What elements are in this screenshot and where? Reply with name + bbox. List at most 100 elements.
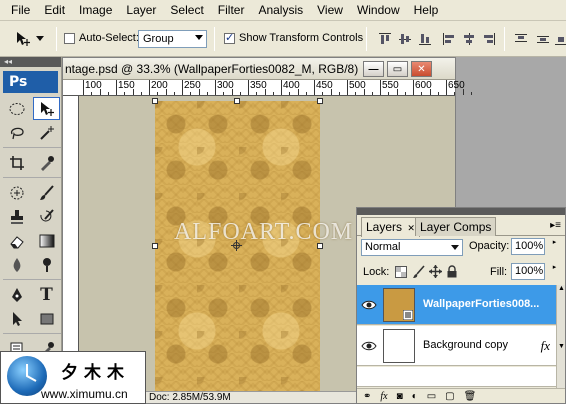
menu-analysis[interactable]: Analysis xyxy=(251,0,310,21)
blend-mode-dropdown[interactable]: Normal xyxy=(361,239,463,256)
tab-layer-comps[interactable]: Layer Comps xyxy=(415,217,497,236)
add-mask-icon[interactable]: ◙ xyxy=(397,391,403,402)
show-transform-checkbox[interactable] xyxy=(224,31,235,44)
align-top-icon[interactable] xyxy=(378,32,392,46)
slice-tool[interactable] xyxy=(33,151,60,174)
transform-handle-ml[interactable] xyxy=(152,243,158,249)
lock-pixels-brush-icon[interactable] xyxy=(413,265,425,279)
clone-stamp-tool[interactable] xyxy=(3,205,30,228)
menu-edit[interactable]: Edit xyxy=(37,0,72,21)
layer-row-partial[interactable] xyxy=(357,367,556,387)
layer-name: WallpaperForties008... xyxy=(423,298,540,310)
pen-tool[interactable] xyxy=(3,283,30,306)
delete-layer-icon[interactable]: 🗑 xyxy=(464,391,477,402)
type-tool[interactable]: T xyxy=(33,283,60,306)
ruler-minor-tick xyxy=(454,92,456,95)
move-tool[interactable] xyxy=(33,97,60,120)
scroll-up-icon[interactable]: ▲ xyxy=(558,285,565,292)
opacity-input[interactable]: 100% xyxy=(511,238,545,255)
close-icon: ✕ xyxy=(417,63,426,75)
ruler-minor-tick xyxy=(363,89,365,95)
layers-panel-grip[interactable] xyxy=(357,208,565,215)
auto-select-dropdown[interactable]: Group xyxy=(138,30,207,48)
panel-menu-icon[interactable]: ▸≡ xyxy=(550,220,561,231)
close-button[interactable]: ✕ xyxy=(411,61,432,77)
menu-select[interactable]: Select xyxy=(163,0,210,21)
tools-panel-grip[interactable]: ◂◂ xyxy=(0,57,61,67)
blur-tool[interactable] xyxy=(3,253,30,276)
gradient-tool[interactable] xyxy=(33,229,60,252)
dodge-tool[interactable] xyxy=(33,253,60,276)
distribute-top-icon[interactable] xyxy=(514,32,528,46)
minimize-button[interactable]: — xyxy=(363,61,384,77)
stamp-icon xyxy=(10,209,23,224)
ruler-minor-tick xyxy=(429,89,431,95)
ruler-minor-tick xyxy=(223,92,225,95)
menu-view[interactable]: View xyxy=(310,0,350,21)
transform-handle-tl[interactable] xyxy=(152,98,158,104)
crop-tool[interactable] xyxy=(3,151,30,174)
menu-image[interactable]: Image xyxy=(72,0,119,21)
photoshop-logo: Ps xyxy=(3,71,58,93)
logo-chinese-text: 夕木木 xyxy=(61,363,130,383)
transform-handle-tr[interactable] xyxy=(317,98,323,104)
link-layers-icon[interactable]: ⚭ xyxy=(363,391,371,402)
ruler-minor-tick xyxy=(140,92,142,95)
menu-file[interactable]: File xyxy=(4,0,37,21)
rectangle-shape-icon xyxy=(40,313,53,324)
brush-tool[interactable] xyxy=(33,181,60,204)
layer-row-wallpaper[interactable]: WallpaperForties008... xyxy=(357,285,556,325)
menu-layer[interactable]: Layer xyxy=(119,0,163,21)
ruler-minor-tick xyxy=(173,92,175,95)
menu-filter[interactable]: Filter xyxy=(211,0,252,21)
opacity-stepper-icon[interactable]: ▸ xyxy=(550,239,559,254)
align-hcenter-icon[interactable] xyxy=(462,32,476,46)
eraser-tool[interactable] xyxy=(3,229,30,252)
tool-preset-picker[interactable] xyxy=(6,27,52,51)
new-layer-icon[interactable]: ▢ xyxy=(445,391,454,402)
magic-wand-tool[interactable] xyxy=(33,121,60,144)
tab-layers[interactable]: Layers ✕ xyxy=(361,217,420,237)
align-left-icon[interactable] xyxy=(442,32,456,46)
gradient-icon xyxy=(39,234,54,247)
marquee-tool[interactable] xyxy=(3,97,30,120)
wallpaper-image[interactable] xyxy=(155,101,320,403)
tab-close-icon[interactable]: ✕ xyxy=(407,223,415,233)
lock-transparent-icon[interactable] xyxy=(395,266,407,278)
visibility-eye-icon[interactable] xyxy=(361,338,377,354)
ruler-minor-tick xyxy=(322,92,324,95)
fill-stepper-icon[interactable]: ▸ xyxy=(550,264,559,279)
visibility-eye-icon[interactable] xyxy=(361,297,377,313)
menu-window[interactable]: Window xyxy=(350,0,407,21)
tab-layers-label: Layers xyxy=(366,220,403,234)
distribute-bottom-icon[interactable] xyxy=(554,32,566,46)
menu-help[interactable]: Help xyxy=(407,0,446,21)
path-select-icon xyxy=(12,311,22,326)
fill-input[interactable]: 100% xyxy=(511,263,545,280)
healing-tool[interactable] xyxy=(3,181,30,204)
align-vcenter-icon[interactable] xyxy=(398,32,412,46)
maximize-button[interactable]: ▭ xyxy=(387,61,408,77)
path-selection-tool[interactable] xyxy=(3,307,30,330)
maximize-icon: ▭ xyxy=(392,63,403,75)
history-brush-tool[interactable] xyxy=(33,205,60,228)
new-group-icon[interactable]: ▭ xyxy=(427,391,436,402)
auto-select-checkbox[interactable] xyxy=(64,33,75,44)
distribute-vcenter-icon[interactable] xyxy=(536,32,550,46)
ruler-minor-tick xyxy=(198,89,200,95)
adjustment-layer-icon[interactable]: ◐ xyxy=(412,391,418,402)
chevron-down-icon xyxy=(451,245,459,250)
layers-scrollbar[interactable]: ▲ ▼ xyxy=(556,285,565,390)
lasso-tool[interactable] xyxy=(3,121,30,144)
align-bottom-icon[interactable] xyxy=(418,32,432,46)
layer-row-background-copy[interactable]: Background copy fx xyxy=(357,326,556,366)
add-style-icon[interactable]: fx xyxy=(380,391,387,402)
auto-select-label: Auto-Select: xyxy=(79,32,139,44)
transform-handle-tc[interactable] xyxy=(234,98,240,104)
scroll-down-icon[interactable]: ▼ xyxy=(558,343,565,350)
shape-tool[interactable] xyxy=(33,307,60,330)
lock-all-icon[interactable] xyxy=(447,265,457,278)
layer-effects-icon[interactable]: fx xyxy=(541,338,550,354)
lock-position-icon[interactable] xyxy=(429,265,442,278)
align-right-icon[interactable] xyxy=(482,32,496,46)
